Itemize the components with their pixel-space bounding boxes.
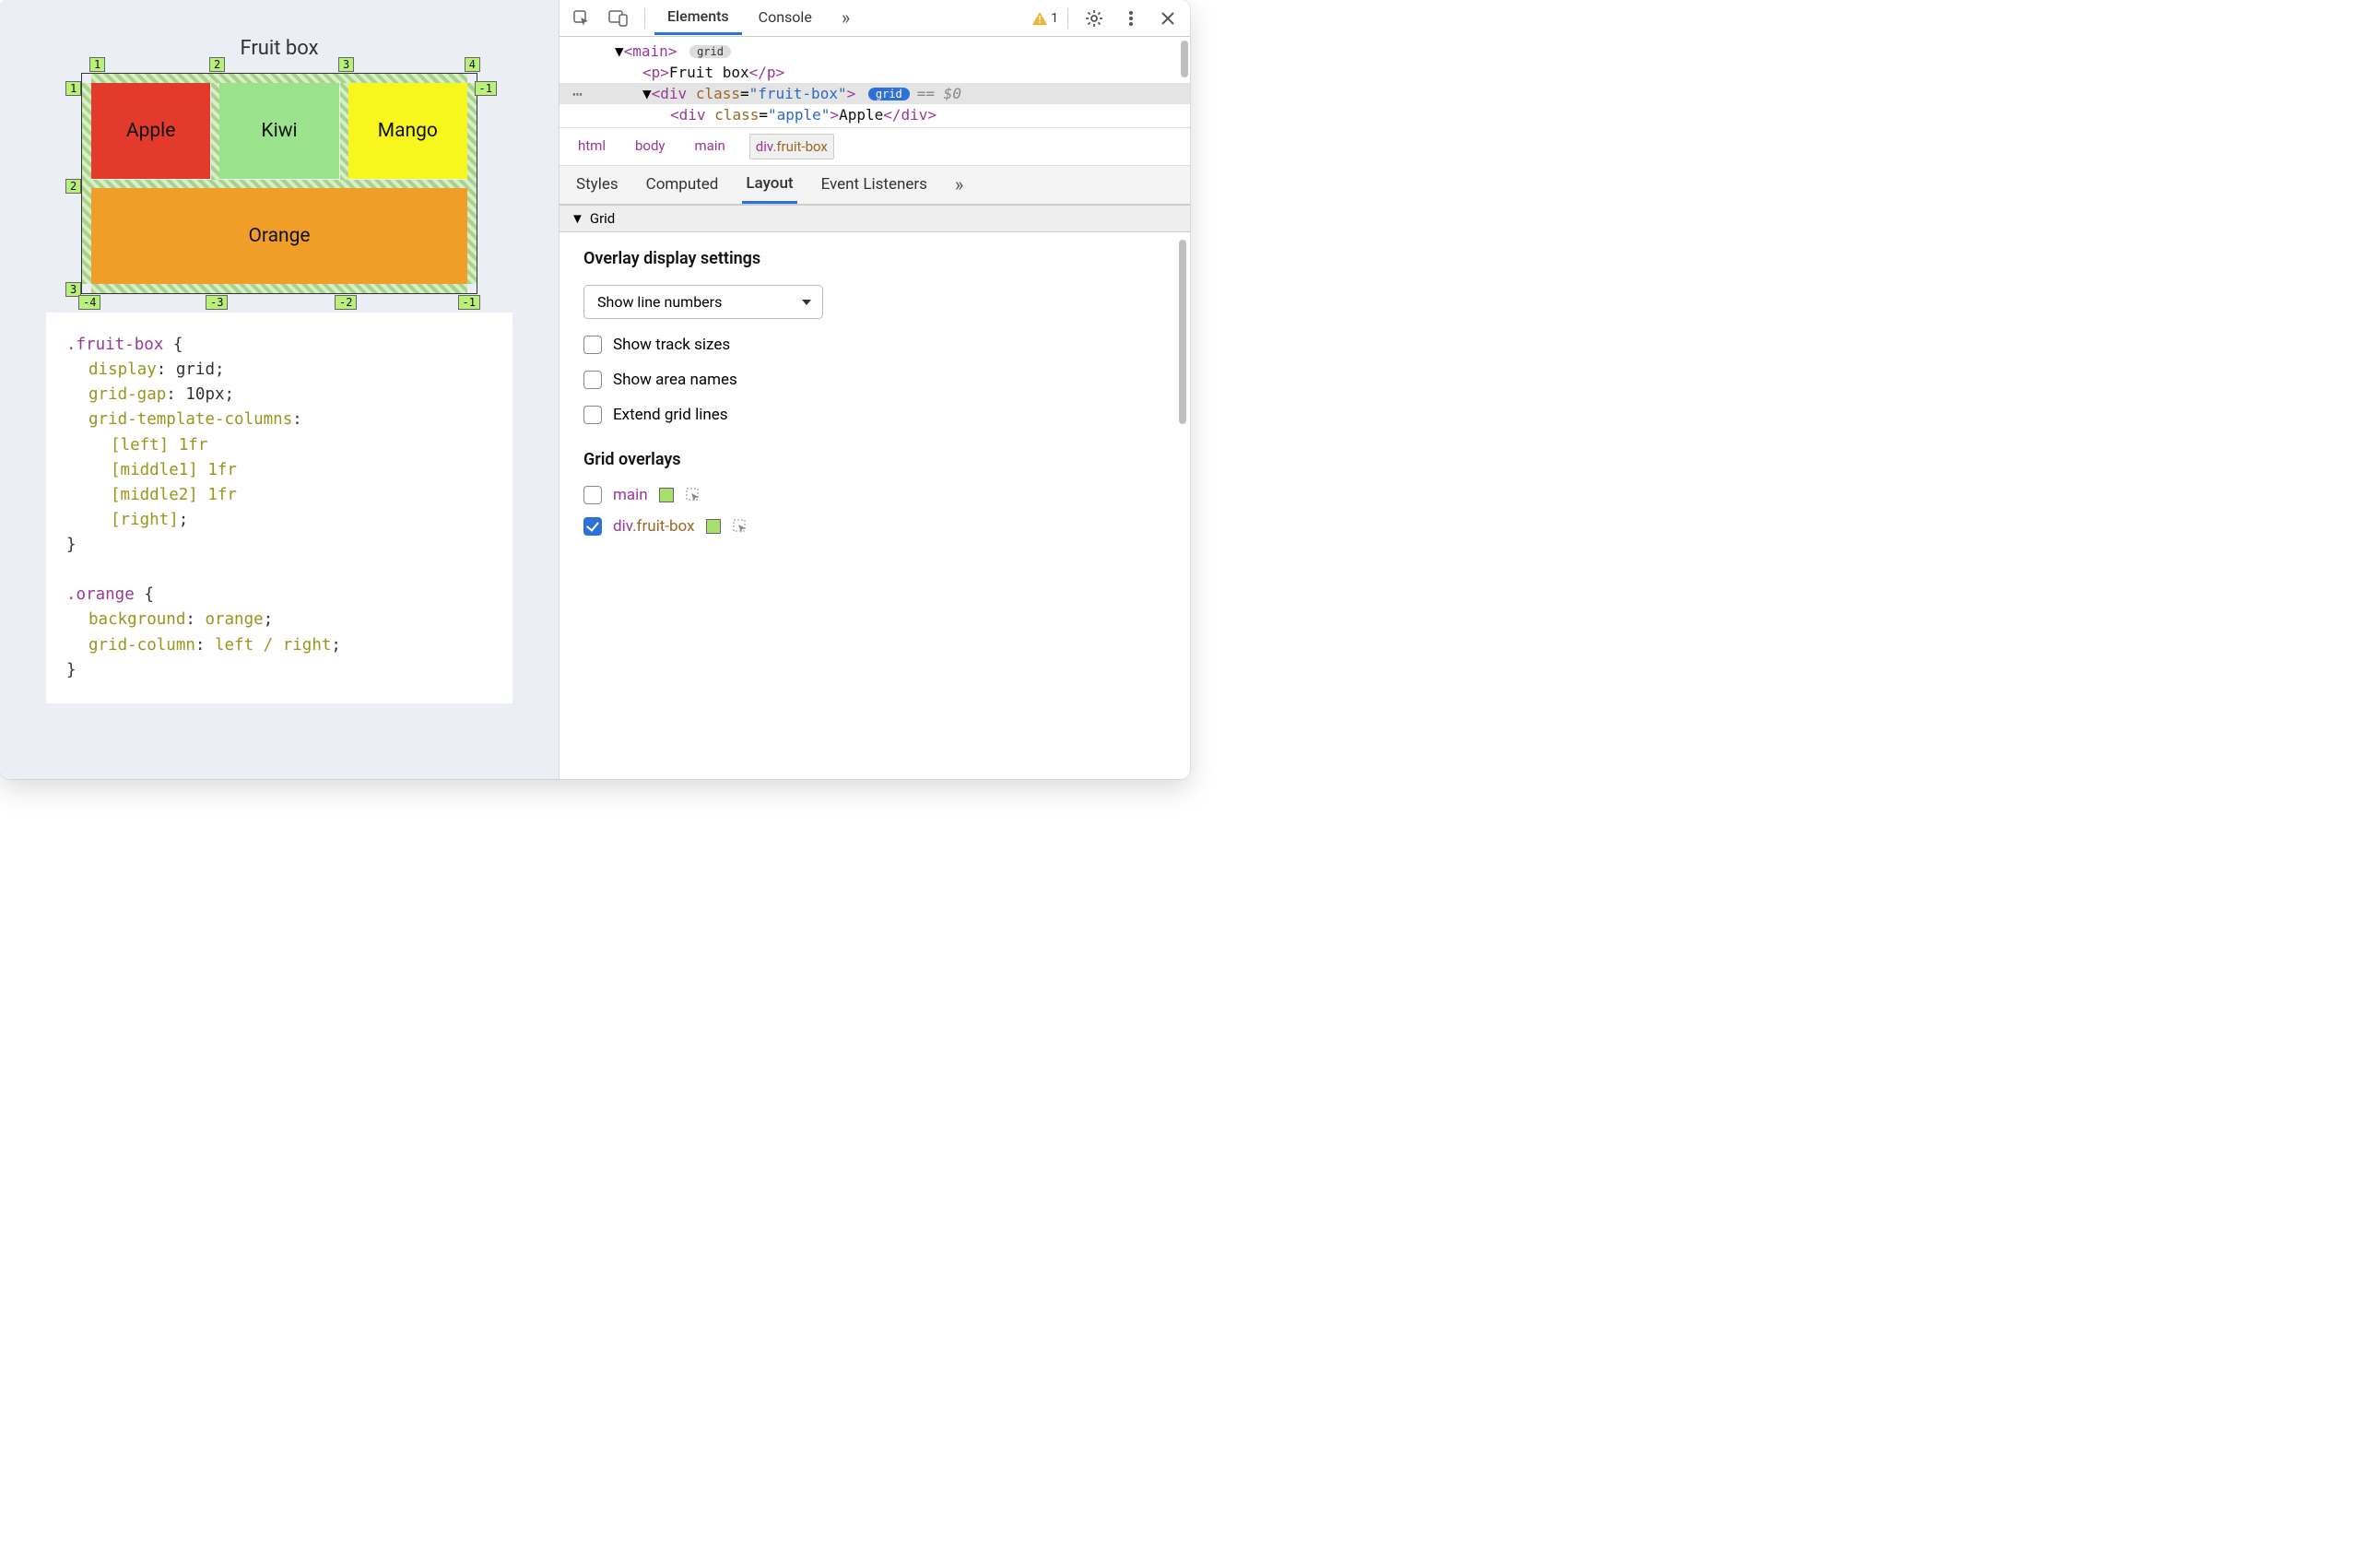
- grid-section-title: Grid: [590, 210, 615, 227]
- grid-overlay-container: Apple Kiwi Mango Orange 1 2 3 4 1 2 3 -1: [81, 73, 477, 294]
- gear-icon[interactable]: [1078, 5, 1111, 32]
- breadcrumb-item[interactable]: main: [689, 134, 731, 159]
- dom-tree[interactable]: ▼<main> grid <p>Fruit box</p> ▼<div clas…: [560, 37, 1190, 128]
- fruit-box-grid: Apple Kiwi Mango Orange: [91, 83, 467, 284]
- check-extend-lines[interactable]: Extend grid lines: [583, 406, 1166, 424]
- grid-line-number: -1: [475, 81, 497, 96]
- sample-css-code: .fruit-box { display: grid; grid-gap: 10…: [46, 313, 513, 703]
- checkbox-icon[interactable]: [583, 336, 602, 354]
- dom-node-fruitbox-selected[interactable]: ▼<div class="fruit-box"> grid== $0: [560, 83, 1190, 104]
- dropdown-value: Show line numbers: [597, 293, 722, 311]
- cell-orange: Orange: [91, 188, 467, 284]
- tab-styles[interactable]: Styles: [572, 168, 622, 202]
- grid-line-number: -3: [206, 295, 228, 310]
- scrollbar-thumb[interactable]: [1179, 240, 1186, 424]
- close-icon[interactable]: [1151, 5, 1184, 32]
- grid-line-number: 4: [465, 57, 480, 72]
- tab-computed[interactable]: Computed: [642, 168, 723, 202]
- color-swatch[interactable]: [706, 519, 721, 534]
- grid-gap: [467, 83, 477, 284]
- cell-apple: Apple: [91, 83, 210, 179]
- grid-line-number: 1: [89, 57, 105, 72]
- check-track-sizes[interactable]: Show track sizes: [583, 336, 1166, 354]
- page-viewport: Fruit box Apple Kiwi Mango Orange: [0, 0, 559, 779]
- line-numbers-dropdown[interactable]: Show line numbers: [583, 285, 823, 319]
- grid-line-number: 1: [65, 81, 81, 96]
- tab-console[interactable]: Console: [746, 3, 825, 33]
- grid-gap: [91, 284, 467, 293]
- checkbox-icon[interactable]: [583, 517, 602, 536]
- tab-event-listeners[interactable]: Event Listeners: [818, 168, 931, 202]
- scrollbar-thumb[interactable]: [1181, 41, 1188, 77]
- overlay-settings-heading: Overlay display settings: [583, 249, 1166, 268]
- reveal-icon[interactable]: [685, 487, 701, 503]
- tab-layout[interactable]: Layout: [742, 167, 796, 204]
- check-label: Show area names: [613, 371, 737, 389]
- overlay-label: div.fruit-box: [613, 517, 695, 536]
- color-swatch[interactable]: [659, 488, 674, 502]
- reveal-icon[interactable]: [732, 518, 748, 535]
- checkbox-icon[interactable]: [583, 486, 602, 504]
- breadcrumb-item[interactable]: body: [630, 134, 671, 159]
- dom-node-p[interactable]: <p>Fruit box</p>: [560, 62, 1190, 83]
- inspect-icon[interactable]: [565, 5, 598, 32]
- breadcrumb-item[interactable]: html: [572, 134, 611, 159]
- grid-gap: [91, 74, 467, 83]
- sidebar-tabs: Styles Computed Layout Event Listeners »: [560, 166, 1190, 205]
- check-label: Extend grid lines: [613, 406, 728, 424]
- checkbox-icon[interactable]: [583, 406, 602, 424]
- grid-line-number: -4: [78, 295, 100, 310]
- grid-overlays-heading: Grid overlays: [583, 450, 1166, 469]
- overlay-row-fruitbox[interactable]: div.fruit-box: [583, 517, 1166, 536]
- grid-line-number: -1: [458, 295, 480, 310]
- grid-section-header[interactable]: ▼ Grid: [560, 205, 1190, 232]
- cell-mango: Mango: [348, 83, 467, 179]
- breadcrumb: html body main div.fruit-box: [560, 128, 1190, 166]
- cell-kiwi: Kiwi: [219, 83, 338, 179]
- overlay-label: main: [613, 486, 648, 504]
- warning-count: 1: [1051, 11, 1058, 26]
- tab-elements[interactable]: Elements: [654, 2, 742, 35]
- checkbox-icon[interactable]: [583, 371, 602, 389]
- kebab-icon[interactable]: [1114, 5, 1148, 32]
- grid-line-number: -2: [335, 295, 357, 310]
- devtools-panel: Elements Console » 1 ▼<main> grid <p>Fru…: [559, 0, 1190, 779]
- tabs-overflow[interactable]: »: [829, 1, 863, 36]
- grid-line-number: 2: [65, 179, 81, 194]
- overlay-row-main[interactable]: main: [583, 486, 1166, 504]
- grid-line-number: 2: [209, 57, 225, 72]
- dom-node-apple[interactable]: <div class="apple">Apple</div>: [560, 104, 1190, 125]
- grid-section-body: Overlay display settings Show line numbe…: [560, 232, 1190, 779]
- breadcrumb-item-active[interactable]: div.fruit-box: [749, 134, 834, 159]
- subtabs-overflow[interactable]: »: [951, 166, 967, 204]
- grid-gap: [82, 83, 91, 284]
- grid-line-number: 3: [338, 57, 354, 72]
- check-label: Show track sizes: [613, 336, 730, 354]
- dom-node-main[interactable]: ▼<main> grid: [560, 41, 1190, 62]
- warning-badge[interactable]: 1: [1032, 11, 1058, 26]
- device-toggle-icon[interactable]: [602, 5, 635, 32]
- check-area-names[interactable]: Show area names: [583, 371, 1166, 389]
- devtools-toolbar: Elements Console » 1: [560, 0, 1190, 37]
- disclosure-triangle-icon: ▼: [571, 210, 584, 227]
